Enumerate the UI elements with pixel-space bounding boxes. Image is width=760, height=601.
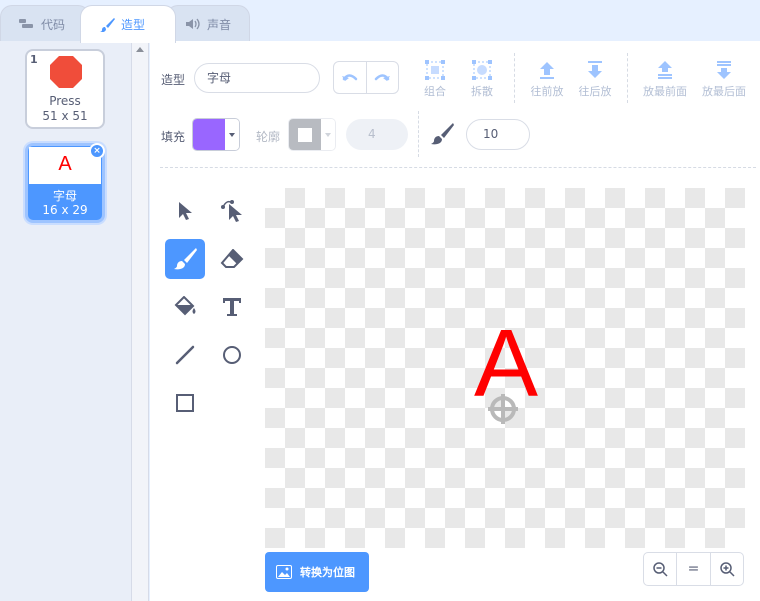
- toolbar-divider: [418, 111, 419, 157]
- paint-canvas[interactable]: A: [265, 188, 745, 548]
- costume-name: 字母: [52, 189, 77, 203]
- to-front-icon: [658, 61, 672, 79]
- costume-item-2[interactable]: A 2 字母 16 x 29 ×: [25, 143, 105, 223]
- to-back-button[interactable]: 放最后面: [696, 57, 752, 99]
- backward-button[interactable]: 往后放: [575, 57, 615, 99]
- zoom-in-button[interactable]: [709, 553, 743, 585]
- zoom-reset-button[interactable]: =: [676, 553, 709, 585]
- costume-size: 51 x 51: [42, 109, 88, 123]
- delete-costume-button[interactable]: ×: [89, 143, 105, 159]
- forward-button[interactable]: 往前放: [527, 57, 567, 99]
- rectangle-tool[interactable]: [165, 383, 205, 423]
- tab-costume[interactable]: 造型: [80, 5, 176, 43]
- tab-code-label: 代码: [41, 17, 66, 32]
- circle-icon: [223, 346, 241, 364]
- group-label: 组合: [424, 85, 446, 98]
- select-tool[interactable]: [165, 191, 205, 231]
- zoom-in-icon: [720, 562, 735, 577]
- costume-number: 2: [31, 148, 39, 161]
- costume-list-scrollbar[interactable]: [132, 41, 149, 601]
- tab-costume-label: 造型: [121, 18, 146, 32]
- line-icon: [175, 345, 195, 365]
- select-arrow-icon: [179, 202, 192, 220]
- fill-label: 填充: [161, 130, 186, 144]
- convert-to-bitmap-button[interactable]: 转换为位图: [265, 552, 369, 592]
- fill-color-picker[interactable]: [192, 118, 240, 151]
- redo-button[interactable]: [365, 62, 399, 93]
- reshape-icon: [221, 200, 242, 222]
- forward-label: 往前放: [530, 85, 564, 98]
- toolbar-divider: [627, 53, 628, 103]
- text-icon: [223, 298, 241, 316]
- rotation-center-icon[interactable]: [487, 393, 519, 425]
- scroll-up-arrow-icon[interactable]: [136, 47, 144, 52]
- group-button[interactable]: 组合: [420, 57, 450, 99]
- costume-item-1[interactable]: 1 Press 51 x 51: [25, 49, 105, 129]
- ungroup-icon: [472, 60, 492, 80]
- caret-down-icon: [325, 132, 331, 137]
- eraser-tool[interactable]: [212, 239, 252, 279]
- brush-icon: [174, 248, 197, 270]
- brush-size-input[interactable]: 10: [466, 119, 530, 150]
- editor-tabs: 代码 声音 造型: [0, 0, 760, 43]
- text-tool[interactable]: [212, 287, 252, 327]
- ungroup-button[interactable]: 拆散: [467, 57, 497, 99]
- brush-size-icon: [430, 123, 454, 149]
- undo-icon: [341, 73, 357, 81]
- rectangle-icon: [176, 394, 194, 412]
- reshape-tool[interactable]: [212, 191, 252, 231]
- brush-icon: [99, 17, 115, 32]
- arrow-up-icon: [540, 62, 554, 79]
- group-icon: [425, 60, 445, 80]
- outline-color-picker[interactable]: [288, 118, 336, 151]
- costume-name-label: 造型: [161, 73, 186, 87]
- line-tool[interactable]: [165, 335, 205, 375]
- costume-size: 16 x 29: [42, 203, 88, 217]
- ungroup-label: 拆散: [471, 85, 493, 98]
- to-front-label: 放最前面: [643, 85, 687, 98]
- outline-dropdown[interactable]: [321, 119, 335, 150]
- tab-sound[interactable]: 声音: [166, 5, 250, 42]
- image-icon: [276, 565, 292, 579]
- fill-color-swatch: [193, 119, 225, 150]
- paint-bucket-icon: [174, 296, 196, 316]
- circle-tool[interactable]: [212, 335, 252, 375]
- tab-sound-label: 声音: [207, 17, 232, 32]
- zoom-controls: =: [643, 552, 744, 586]
- convert-to-bitmap-label: 转换为位图: [300, 566, 355, 579]
- redo-icon: [375, 73, 391, 81]
- costume-number: 1: [30, 53, 38, 66]
- octagon-thumbnail-icon: [50, 56, 82, 88]
- tab-code[interactable]: 代码: [0, 5, 90, 42]
- fill-dropdown[interactable]: [225, 119, 239, 150]
- to-back-label: 放最后面: [702, 85, 746, 98]
- fill-tool[interactable]: [165, 287, 205, 327]
- paint-editor: 造型 字母 组合 拆散 往前放 往后放 放最前面 放最后面 填充 轮廓 4 10…: [150, 41, 760, 601]
- caret-down-icon: [229, 132, 235, 137]
- undo-button[interactable]: [334, 62, 366, 93]
- to-back-icon: [717, 61, 731, 79]
- code-blocks-icon: [19, 18, 35, 30]
- outline-color-swatch: [289, 119, 321, 150]
- costume-name-input[interactable]: 字母: [194, 63, 320, 93]
- eraser-icon: [220, 249, 244, 268]
- toolbar-divider: [514, 53, 515, 103]
- zoom-out-icon: [653, 562, 668, 577]
- zoom-out-button[interactable]: [644, 553, 676, 585]
- outline-label: 轮廓: [256, 130, 281, 144]
- speaker-icon: [185, 18, 201, 30]
- backward-label: 往后放: [578, 85, 612, 98]
- costume-name: Press: [49, 94, 81, 108]
- arrow-down-icon: [588, 61, 602, 78]
- toolbar-separator: [160, 167, 756, 168]
- undo-redo-group: [333, 61, 399, 94]
- brush-tool[interactable]: [165, 239, 205, 279]
- outline-width-input[interactable]: 4: [346, 119, 408, 150]
- to-front-button[interactable]: 放最前面: [637, 57, 693, 99]
